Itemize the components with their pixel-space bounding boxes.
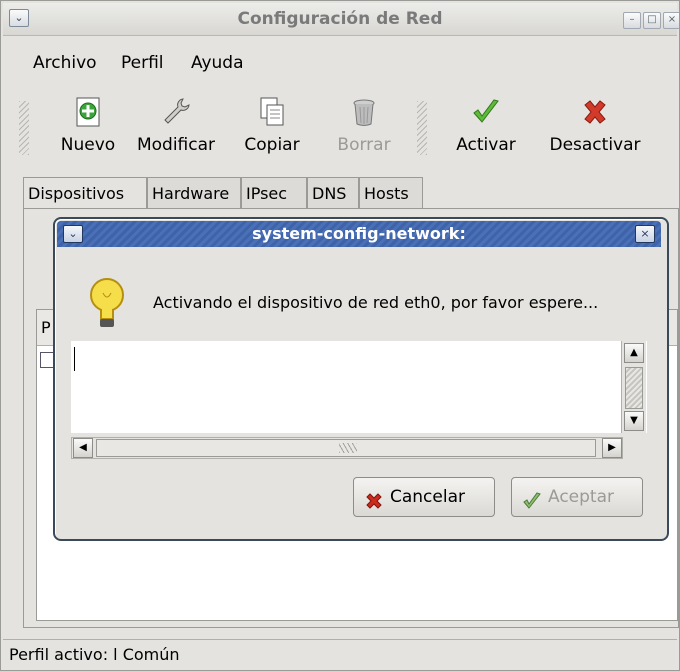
deactivate-button[interactable]: Desactivar (545, 95, 645, 155)
menu-archivo[interactable]: Archivo (33, 53, 97, 73)
dialog-title-bar: ⌄ system-config-network: × (57, 221, 661, 247)
copy-icon (255, 95, 289, 129)
minimize-button[interactable]: – (623, 12, 641, 29)
copy-button-label: Copiar (244, 135, 300, 155)
status-bar: Perfil activo: l Común (3, 639, 677, 669)
scroll-down-arrow[interactable]: ▼ (624, 411, 644, 431)
accept-button[interactable]: Aceptar (511, 477, 643, 517)
copy-button[interactable]: Copiar (237, 95, 307, 155)
tab-dispositivos[interactable]: Dispositivos (23, 177, 147, 209)
lightbulb-icon (87, 275, 127, 333)
vertical-scroll-thumb[interactable] (625, 367, 643, 409)
new-device-icon (71, 95, 105, 129)
wrench-icon (159, 95, 193, 129)
toolbar: Nuevo Modificar Copiar Borrar Activar De… (3, 89, 677, 169)
cancel-button[interactable]: Cancelar (353, 477, 495, 517)
text-cursor (74, 347, 75, 371)
activation-dialog: ⌄ system-config-network: × Activando el … (53, 217, 669, 541)
menu-perfil[interactable]: Perfil (121, 53, 164, 73)
scroll-up-arrow[interactable]: ▲ (624, 343, 644, 363)
maximize-button[interactable]: □ (643, 12, 661, 29)
scroll-left-arrow[interactable]: ◀ (73, 438, 93, 458)
activate-button[interactable]: Activar (449, 95, 523, 155)
edit-button[interactable]: Modificar (131, 95, 221, 155)
x-mark-icon (578, 95, 612, 129)
dialog-title: system-config-network: (252, 224, 466, 243)
horizontal-scroll-thumb[interactable] (96, 439, 596, 457)
output-text-area[interactable]: ▲ ▼ (71, 341, 647, 433)
tab-hardware[interactable]: Hardware (147, 177, 241, 209)
menu-ayuda[interactable]: Ayuda (191, 53, 244, 73)
network-config-window: ⌄ Configuración de Red – □ × Archivo Per… (0, 0, 680, 671)
check-icon (469, 95, 503, 129)
toolbar-grip[interactable] (417, 101, 427, 155)
toolbar-grip[interactable] (19, 101, 29, 155)
tab-dns[interactable]: DNS (307, 177, 359, 209)
new-button-label: Nuevo (60, 135, 116, 155)
scroll-right-arrow[interactable]: ▶ (602, 438, 622, 458)
activate-button-label: Activar (456, 135, 516, 155)
delete-button[interactable]: Borrar (329, 95, 399, 155)
tab-ipsec[interactable]: IPsec (241, 177, 307, 209)
title-bar: ⌄ Configuración de Red – □ × (3, 3, 679, 36)
trash-icon (347, 95, 381, 129)
deactivate-button-label: Desactivar (549, 135, 641, 155)
tab-hosts[interactable]: Hosts (359, 177, 423, 209)
activation-message: Activando el dispositivo de red eth0, po… (153, 293, 599, 312)
vertical-scrollbar[interactable]: ▲ ▼ (621, 341, 646, 433)
accept-check-icon (522, 487, 542, 509)
window-title: Configuración de Red (237, 9, 443, 29)
cancel-x-icon (364, 487, 384, 509)
cancel-button-label: Cancelar (390, 487, 465, 507)
new-button[interactable]: Nuevo (53, 95, 123, 155)
delete-button-label: Borrar (337, 135, 391, 155)
dialog-close-button[interactable]: × (635, 225, 655, 243)
active-profile-text: Perfil activo: l Común (9, 645, 180, 664)
horizontal-scrollbar[interactable]: ◀ ▶ (71, 437, 623, 459)
edit-button-label: Modificar (136, 135, 216, 155)
close-button[interactable]: × (663, 12, 679, 29)
accept-button-label: Aceptar (548, 487, 614, 507)
